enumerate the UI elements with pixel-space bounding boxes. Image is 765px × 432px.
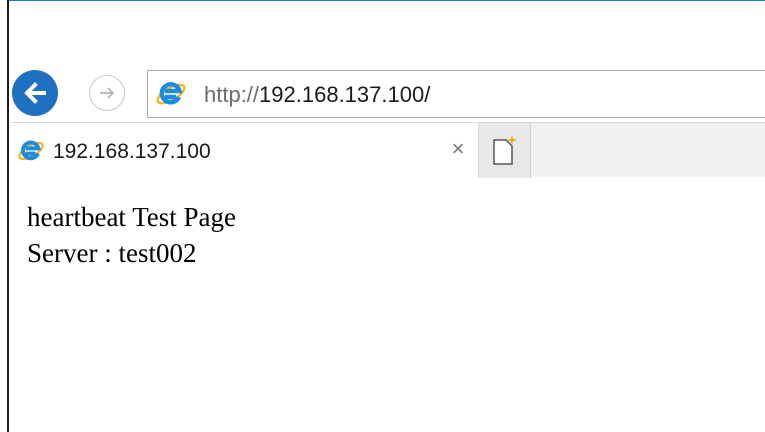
- ie-logo-icon: [18, 140, 44, 161]
- page-heading: heartbeat Test Page: [27, 202, 237, 232]
- server-line: Server : test002: [27, 238, 197, 268]
- ie-logo-icon: [156, 82, 186, 105]
- window-left-border: [0, 0, 9, 432]
- tab-active[interactable]: 192.168.137.100 ×: [11, 123, 479, 178]
- tab-close-button[interactable]: ×: [448, 137, 468, 161]
- browser-window: http://192.168.137.100/ 192.168.137.100 …: [0, 0, 765, 432]
- address-bar[interactable]: http://192.168.137.100/: [147, 70, 765, 118]
- url-host: 192.168.137.100/: [259, 82, 431, 107]
- tab-bar: 192.168.137.100 ×: [11, 122, 765, 178]
- url-scheme: http://: [204, 82, 260, 107]
- forward-button[interactable]: [89, 75, 125, 111]
- back-button[interactable]: [12, 70, 58, 116]
- back-arrow-icon: [24, 82, 46, 104]
- page-content: heartbeat Test Page Server : test002: [27, 199, 236, 271]
- window-top-border: [0, 0, 765, 1]
- address-url[interactable]: http://192.168.137.100/: [204, 82, 430, 108]
- new-tab-button[interactable]: [479, 123, 531, 178]
- tab-title: 192.168.137.100: [53, 140, 211, 163]
- new-tab-icon: [492, 134, 517, 165]
- forward-arrow-icon: [100, 87, 115, 99]
